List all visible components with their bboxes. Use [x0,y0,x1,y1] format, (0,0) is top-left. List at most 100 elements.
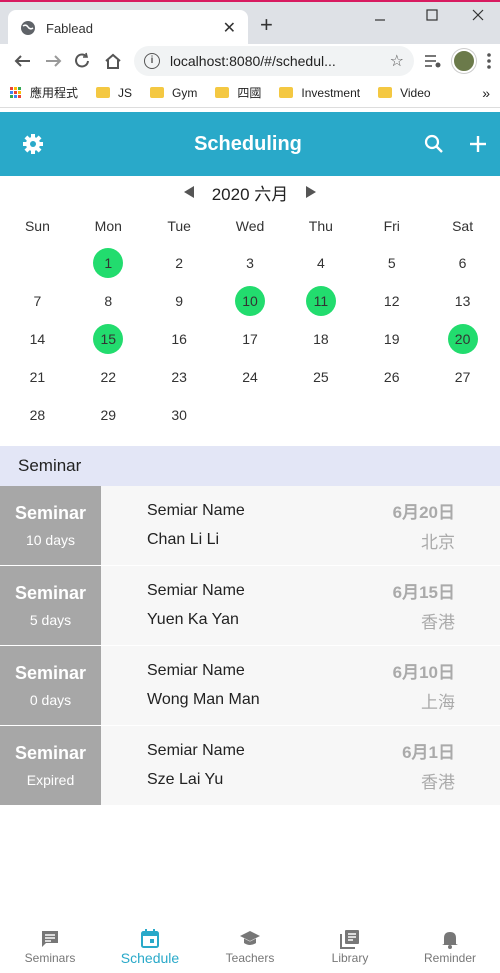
calendar-day[interactable]: 21 [2,358,73,396]
calendar-day[interactable]: 26 [356,358,427,396]
calendar-day[interactable]: 19 [356,320,427,358]
calendar-day[interactable]: 24 [215,358,286,396]
bookmark-label: Investment [301,85,361,100]
badge-days: Expired [26,772,75,788]
day-number: 14 [29,331,46,347]
bookmark-gym[interactable]: Gym [150,86,197,100]
bookmark-video[interactable]: Video [378,86,431,100]
calendar-day[interactable]: 15 [73,320,144,358]
minimize-icon[interactable] [374,14,386,26]
calendar-day[interactable]: 22 [73,358,144,396]
back-icon[interactable] [8,52,38,70]
media-icon[interactable] [424,53,442,69]
seminar-date: 6月10日 [392,663,455,683]
calendar-empty-cell [285,396,356,434]
calendar-icon [141,928,159,948]
seminar-item[interactable]: Seminar 0 days Semiar Name 6月10日 Wong Man Ma… [0,646,500,726]
calendar-empty-cell [356,396,427,434]
calendar-day[interactable]: 1 [73,244,144,282]
new-tab-button[interactable]: + [260,12,273,38]
bookmark-investment[interactable]: Investment [279,86,360,100]
calendar-empty-cell [427,396,498,434]
calendar-day[interactable]: 14 [2,320,73,358]
nav-reminder[interactable]: Reminder [400,920,500,973]
seminar-badge: Seminar 0 days [0,646,101,725]
nav-teachers[interactable]: Teachers [200,920,300,973]
calendar-day[interactable]: 16 [144,320,215,358]
calendar-day[interactable]: 2 [144,244,215,282]
calendar-day[interactable]: 11 [285,282,356,320]
settings-gear-icon[interactable] [0,132,44,156]
weekday-row: Sun Mon Tue Wed Thu Fri Sat [2,208,498,244]
day-number: 28 [29,407,46,423]
day-number: 27 [454,369,471,385]
browser-tab-strip: Fablead ✕ + [0,0,500,46]
bookmark-js[interactable]: JS [96,86,132,100]
browser-tab[interactable]: Fablead ✕ [8,10,248,46]
badge-title: Seminar [14,503,87,523]
calendar-day[interactable]: 17 [215,320,286,358]
calendar-week: 7 8 9 10 11 12 13 [2,282,498,320]
calendar-day[interactable]: 10 [215,282,286,320]
day-number: 23 [171,369,187,385]
calendar-day[interactable]: 8 [73,282,144,320]
calendar-day[interactable]: 27 [427,358,498,396]
omnibox[interactable]: i localhost:8080/#/schedul... ☆ [134,46,414,76]
calendar-day[interactable]: 20 [427,320,498,358]
info-icon[interactable]: i [144,53,160,69]
seminar-item[interactable]: Seminar 5 days Semiar Name 6月15日 Yuen Ka Yan… [0,566,500,646]
seminar-item[interactable]: Seminar 10 days Semiar Name 6月20日 Chan Li Li… [0,486,500,566]
seminar-place: 北京 [421,532,455,552]
calendar-day[interactable]: 23 [144,358,215,396]
calendar-empty-cell [2,244,73,282]
next-month-icon[interactable] [306,186,317,198]
calendar-day[interactable]: 6 [427,244,498,282]
forward-icon[interactable] [38,52,68,70]
section-header: Seminar [0,446,500,486]
nav-seminars[interactable]: Seminars [0,920,100,973]
seminar-name: Semiar Name [147,501,245,519]
menu-kebab-icon[interactable] [486,52,492,70]
calendar-day[interactable]: 4 [285,244,356,282]
seminar-place: 上海 [421,692,455,712]
calendar-day[interactable]: 28 [2,396,73,434]
bookmark-shikoku[interactable]: 四國 [215,84,261,101]
star-icon[interactable]: ☆ [390,51,404,71]
calendar-weeks: 1 2 3 4 5 6 7 8 9 10 11 12 13 14 15 16 17 18 19 20 21 22 23 24 2… [2,244,498,434]
calendar-day[interactable]: 9 [144,282,215,320]
seminar-details: Semiar Name 6月1日 Sze Lai Yu 香港 [101,726,500,805]
calendar-day[interactable]: 13 [427,282,498,320]
calendar-day[interactable]: 5 [356,244,427,282]
prev-month-icon[interactable] [183,186,194,198]
weekday-label: Sat [452,218,474,234]
home-icon[interactable] [98,52,128,70]
calendar-day[interactable]: 30 [144,396,215,434]
day-number: 17 [242,331,258,347]
day-number: 20 [447,324,478,354]
search-icon[interactable] [412,132,456,156]
window-close-icon[interactable] [472,9,484,21]
nav-schedule[interactable]: Schedule [100,920,200,973]
bookmarks-more-button[interactable]: » [482,85,490,101]
add-icon[interactable] [456,132,500,156]
chat-icon [42,930,58,947]
bookmark-apps[interactable]: 應用程式 [10,84,78,101]
profile-avatar[interactable] [452,49,476,73]
calendar-day[interactable]: 3 [215,244,286,282]
nav-library[interactable]: Library [300,920,400,973]
maximize-icon[interactable] [426,9,438,21]
day-number: 13 [454,293,471,309]
calendar-day[interactable]: 29 [73,396,144,434]
calendar-empty-cell [215,396,286,434]
seminar-item[interactable]: Seminar Expired Semiar Name 6月1日 Sze Lai Yu 香… [0,726,500,806]
day-number: 19 [383,331,400,347]
day-number: 12 [383,293,400,309]
calendar-day[interactable]: 12 [356,282,427,320]
calendar-day[interactable]: 18 [285,320,356,358]
calendar-day[interactable]: 25 [285,358,356,396]
weekday-label: Tue [167,218,191,234]
reload-icon[interactable] [68,52,98,70]
calendar-day[interactable]: 7 [2,282,73,320]
apps-grid-icon [10,86,22,99]
tab-close-button[interactable]: ✕ [223,18,236,38]
